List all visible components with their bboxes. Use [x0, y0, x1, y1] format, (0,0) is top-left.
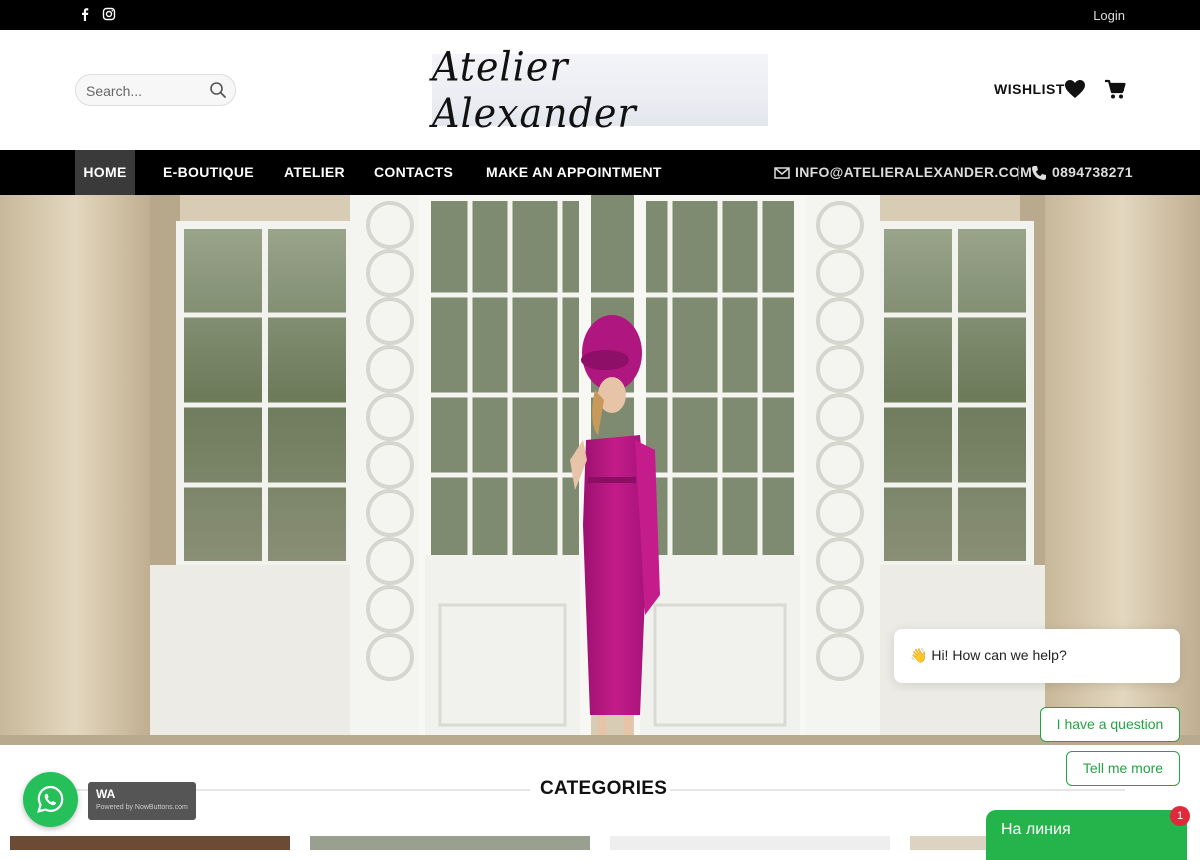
- chat-unread-badge: 1: [1170, 806, 1190, 826]
- whatsapp-button[interactable]: [23, 772, 78, 827]
- nav-item-make-an-appointment[interactable]: MAKE AN APPOINTMENT: [486, 150, 662, 195]
- chat-greeting-bubble: 👋 Hi! How can we help?: [894, 629, 1180, 683]
- search-icon[interactable]: [209, 81, 227, 99]
- category-thumbnail[interactable]: [10, 836, 290, 850]
- envelope-icon: [774, 165, 790, 181]
- search-input[interactable]: [86, 81, 206, 101]
- logo-text: Atelier Alexander: [432, 43, 637, 137]
- heart-icon[interactable]: [1064, 79, 1086, 99]
- social-links: [78, 7, 116, 21]
- email-link[interactable]: INFO@ATELIERALEXANDER.COM: [795, 150, 1032, 195]
- category-thumbnail[interactable]: [910, 836, 990, 850]
- chat-greeting-text: Hi! How can we help?: [931, 647, 1067, 663]
- top-bar: Login: [0, 0, 1200, 30]
- section-divider-right: [670, 789, 1125, 791]
- phone-link[interactable]: 0894738271: [1052, 150, 1133, 195]
- nav-item-contacts[interactable]: CONTACTS: [374, 150, 453, 195]
- category-thumbnail[interactable]: [610, 836, 890, 850]
- wishlist-link[interactable]: WISHLIST: [994, 81, 1065, 97]
- nav-item-atelier[interactable]: ATELIER: [284, 150, 345, 195]
- whatsapp-label: WA Powered by NowButtons.com: [88, 782, 196, 820]
- nav-divider: [1018, 166, 1019, 180]
- category-thumbnail[interactable]: [310, 836, 590, 850]
- login-link[interactable]: Login: [1093, 8, 1125, 23]
- site-logo[interactable]: Atelier Alexander: [432, 44, 768, 136]
- whatsapp-powered-by: Powered by NowButtons.com: [96, 804, 188, 811]
- phone-icon: [1031, 165, 1047, 181]
- site-header: Atelier Alexander WISHLIST: [0, 30, 1200, 150]
- search-box: [75, 74, 236, 106]
- chat-option-question[interactable]: I have a question: [1040, 707, 1180, 742]
- chat-launcher[interactable]: На линия 1: [986, 806, 1190, 860]
- nav-item-home[interactable]: HOME: [75, 150, 135, 195]
- chat-online-label: На линия: [1001, 821, 1071, 838]
- chat-option-tell-more[interactable]: Tell me more: [1066, 751, 1180, 786]
- facebook-icon[interactable]: [78, 7, 92, 21]
- whatsapp-label-title: WA: [96, 787, 116, 801]
- wave-emoji-icon: 👋: [910, 647, 928, 663]
- whatsapp-icon: [37, 785, 64, 813]
- cart-icon[interactable]: [1104, 78, 1126, 100]
- instagram-icon[interactable]: [102, 7, 116, 21]
- section-title-categories: CATEGORIES: [540, 778, 668, 799]
- nav-item-e-boutique[interactable]: E-BOUTIQUE: [163, 150, 254, 195]
- main-nav: HOME E-BOUTIQUE ATELIER CONTACTS MAKE AN…: [0, 150, 1200, 195]
